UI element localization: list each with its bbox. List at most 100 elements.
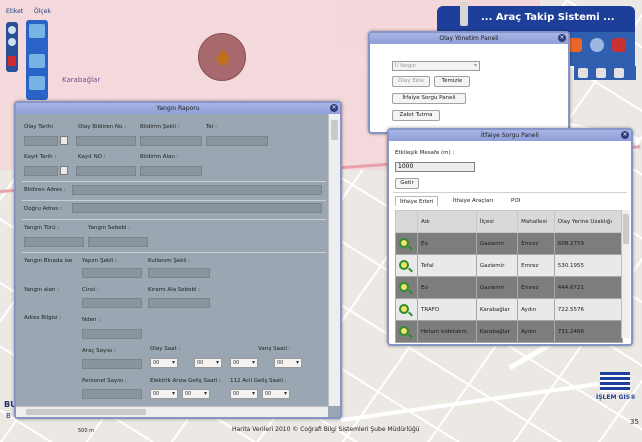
temizle-button[interactable]: Temizle <box>434 76 470 87</box>
layer-icon[interactable] <box>8 56 16 66</box>
gelis-minute-select[interactable]: 00 <box>262 389 290 399</box>
label-yangin-turu: Yangın Türü : <box>24 225 60 231</box>
column-header-ilce[interactable]: İlçesi <box>475 210 519 233</box>
kullanim-sekli-field[interactable] <box>148 268 210 278</box>
table-row[interactable]: Hetam kıdetakm Karabağlar Aydın 731.2466 <box>395 320 624 343</box>
zoom-to-icon[interactable] <box>395 276 418 299</box>
varis-saati-hour-select[interactable]: 00 <box>230 358 258 368</box>
table-row[interactable]: Tefal Gaziemir Emrez 530.1955 <box>395 254 624 277</box>
close-icon[interactable]: × <box>330 104 338 112</box>
tel-field[interactable] <box>206 136 268 146</box>
settings-icon[interactable] <box>568 38 582 52</box>
yapim-sekli-field[interactable] <box>82 268 142 278</box>
table-scrollbar[interactable] <box>621 210 630 338</box>
scale-label: 500 m <box>78 428 95 434</box>
nden-field[interactable] <box>82 329 142 339</box>
label-olay-saat: Olay Saat : <box>150 346 181 352</box>
map-attribution: Harita Verileri 2010 © Coğrafi Bilgi Sis… <box>232 426 420 433</box>
zoom-to-icon[interactable] <box>395 232 418 255</box>
vehicle-icon[interactable] <box>578 68 588 78</box>
gear-icon[interactable] <box>590 38 604 52</box>
scale-toggle-label[interactable]: Ölçek <box>34 8 51 15</box>
label-yangin-alan: Yangın alan : <box>24 287 60 293</box>
zoom-in-icon[interactable] <box>8 26 16 34</box>
bildirim-alan-field[interactable] <box>140 166 202 176</box>
column-header-adi[interactable]: Adı <box>417 210 477 233</box>
yangin-turu-field[interactable] <box>24 237 84 247</box>
scroll-thumb[interactable] <box>623 214 629 244</box>
close-icon[interactable]: × <box>621 131 629 139</box>
scroll-thumb[interactable] <box>26 409 146 415</box>
olay-ekle-button[interactable]: Olay Ekle <box>392 76 430 87</box>
cell-adi: Eo <box>417 276 477 299</box>
cell-uzaklik: 608.2759 <box>553 232 624 255</box>
close-icon[interactable]: × <box>558 34 566 42</box>
label-arac-sayisi: Araç Sayısı : <box>82 348 116 354</box>
olay-tarihi-field[interactable] <box>24 136 58 146</box>
report-vertical-scrollbar[interactable] <box>328 114 340 406</box>
cell-ilce: Gaziemir <box>475 276 519 299</box>
report-title: Yangın Raporu <box>156 105 200 112</box>
elektrik-minute-select[interactable]: 00 <box>182 389 210 399</box>
pan-arrow-icon[interactable] <box>29 24 45 38</box>
olay-saat-hour-select[interactable]: 00 <box>150 358 178 368</box>
olay-bildiren-no-field[interactable] <box>76 136 136 146</box>
report-icon[interactable] <box>596 68 606 78</box>
column-header-mahalle[interactable]: Mahallesi <box>517 210 555 233</box>
getir-button[interactable]: Getir <box>395 178 419 189</box>
fire-location-marker[interactable] <box>198 33 246 81</box>
table-row[interactable]: Eo Gaziemir Emrez 444.6721 <box>395 276 624 299</box>
column-header-uzaklik[interactable]: Olay Yerine Uzaklığı <box>553 210 624 233</box>
dogru-adres-field[interactable] <box>72 203 322 213</box>
divider <box>22 219 326 220</box>
calendar-icon[interactable] <box>60 166 68 175</box>
label-cinsi: Cinsi : <box>82 287 99 293</box>
column-header-icon <box>395 210 418 233</box>
cell-adi: TRAFO <box>417 298 477 321</box>
personel-sayisi-field[interactable] <box>82 389 142 399</box>
list-icon[interactable] <box>614 68 624 78</box>
label-personel-sayisi: Personel Sayısı : <box>82 378 127 384</box>
cell-adi: Tefal <box>417 254 477 277</box>
olay-saat-minute-select[interactable]: 00 <box>194 358 222 368</box>
kirim-sebebi-field[interactable] <box>148 298 210 308</box>
itfaiye-table: Adı İlçesi Mahallesi Olay Yerine Uzaklığ… <box>395 210 624 343</box>
alert-icon[interactable] <box>612 38 626 52</box>
cell-ilce: Karabağlar <box>475 298 519 321</box>
elektrik-hour-select[interactable]: 00 <box>150 389 178 399</box>
yangin-sebebi-field[interactable] <box>88 237 148 247</box>
search-icon[interactable] <box>29 54 45 68</box>
gelis-hour-select[interactable]: 00 <box>230 389 258 399</box>
zoom-out-icon[interactable] <box>8 38 16 46</box>
label-bildiren-adres: Bildiren Adres : <box>24 187 66 193</box>
tab-itfaiye-araclari[interactable]: İtfaiye Araçları <box>449 196 497 206</box>
zoom-to-icon[interactable] <box>395 298 418 321</box>
zoom-to-icon[interactable] <box>395 254 418 277</box>
varis-saati-minute-select[interactable]: 00 <box>274 358 302 368</box>
mesafe-input[interactable]: 1000 <box>395 162 475 172</box>
layer-label[interactable]: Etiket <box>6 8 23 15</box>
measure-icon[interactable] <box>29 76 45 90</box>
bildirim-sekli-field[interactable] <box>140 136 202 146</box>
zoom-to-icon[interactable] <box>395 320 418 343</box>
olay-type-select[interactable]: İl Yangın <box>392 61 480 71</box>
label-bildirim-sekli: Bildirim Şekli : <box>140 124 180 130</box>
report-horizontal-scrollbar[interactable] <box>16 406 328 417</box>
cell-mahalle: Emrez <box>517 232 555 255</box>
arac-sayisi-field[interactable] <box>82 359 142 369</box>
tab-itfaiye-erleri[interactable]: İtfaiye Erleri <box>395 196 439 206</box>
table-row[interactable]: TRAFO Karabağlar Aydın 722.5576 <box>395 298 624 321</box>
tab-poi[interactable]: POI <box>507 196 524 206</box>
scroll-thumb[interactable] <box>331 120 338 140</box>
kayit-tarih-field[interactable] <box>24 166 58 176</box>
table-row[interactable]: Eo Gaziemir Emrez 608.2759 <box>395 232 624 255</box>
cell-mahalle: Emrez <box>517 276 555 299</box>
bildiren-adres-field[interactable] <box>72 185 322 195</box>
query-title: İtfaiye Sorgu Paneli <box>481 132 539 139</box>
zabit-button[interactable]: Zabıt Tutma <box>392 110 440 121</box>
itfaiye-sorgu-button[interactable]: İtfaiye Sorgu Paneli <box>392 93 466 104</box>
calendar-icon[interactable] <box>60 136 68 145</box>
toolbar-icons-2 <box>574 66 636 80</box>
kayit-no-field[interactable] <box>76 166 136 176</box>
cinsi-field[interactable] <box>82 298 142 308</box>
